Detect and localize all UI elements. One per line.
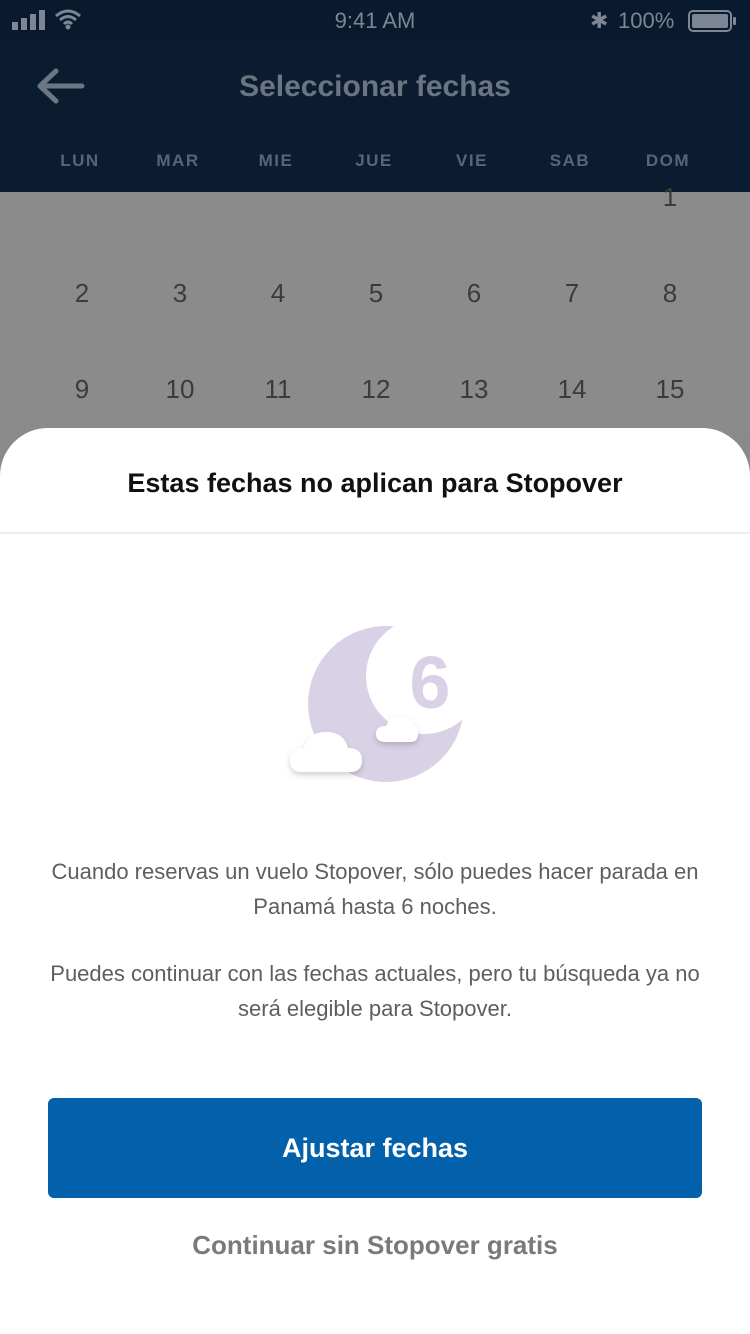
weekday-label: JUE xyxy=(355,151,393,170)
adjust-dates-button[interactable]: Ajustar fechas xyxy=(48,1098,702,1198)
weekday-label: MAR xyxy=(156,151,200,170)
weekday-header: LUN MAR MIE JUE VIE SAB DOM xyxy=(0,128,750,192)
calendar-day[interactable]: 7 xyxy=(542,278,602,309)
battery-percent: 100% xyxy=(618,8,675,33)
calendar-day[interactable]: 10 xyxy=(150,374,210,405)
calendar-day[interactable]: 14 xyxy=(542,374,602,405)
calendar-day[interactable]: 8 xyxy=(640,278,700,309)
continue-without-stopover-button[interactable]: Continuar sin Stopover gratis xyxy=(0,1230,750,1261)
calendar-day[interactable]: 15 xyxy=(640,374,700,405)
calendar-day[interactable]: 9 xyxy=(52,374,112,405)
moon-six-nights-icon: 6 xyxy=(290,626,464,782)
status-bar: 9:41 AM ✱ 100% xyxy=(0,0,750,40)
page-title: Seleccionar fechas xyxy=(239,70,511,103)
battery-icon xyxy=(688,10,736,32)
calendar-day[interactable]: 11 xyxy=(248,374,308,405)
weekday-label: MIE xyxy=(258,151,294,170)
divider xyxy=(0,532,750,534)
nights-number: 6 xyxy=(409,641,450,724)
calendar-day[interactable]: 3 xyxy=(150,278,210,309)
calendar-day[interactable]: 4 xyxy=(248,278,308,309)
header: Seleccionar fechas xyxy=(0,40,750,129)
sheet-message: Puedes continuar con las fechas actuales… xyxy=(50,961,700,1021)
calendar-day[interactable]: 13 xyxy=(444,374,504,405)
calendar-day[interactable]: 5 xyxy=(346,278,406,309)
stopover-warning-sheet: Estas fechas no aplican para Stopover 6 … xyxy=(0,428,750,1334)
calendar-day[interactable]: 6 xyxy=(444,278,504,309)
calendar-grid: 1 2 3 4 5 6 7 8 9 10 11 12 13 14 15 xyxy=(0,182,750,432)
bluetooth-icon: ✱ xyxy=(590,8,609,33)
calendar-day[interactable]: 1 xyxy=(640,182,700,213)
sheet-title: Estas fechas no aplican para Stopover xyxy=(127,468,623,498)
calendar-day[interactable]: 2 xyxy=(52,278,112,309)
weekday-label: SAB xyxy=(549,151,591,170)
weekday-label: VIE xyxy=(456,151,488,170)
weekday-label: LUN xyxy=(60,151,100,170)
sheet-message: Cuando reservas un vuelo Stopover, sólo … xyxy=(51,859,699,919)
calendar-day[interactable]: 12 xyxy=(346,374,406,405)
